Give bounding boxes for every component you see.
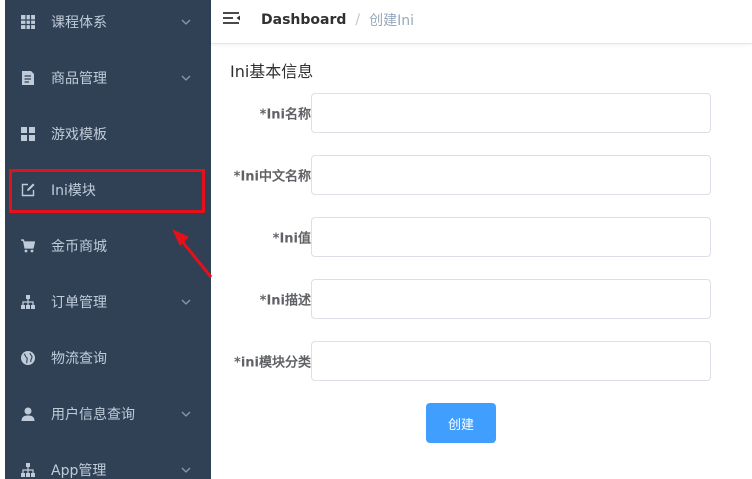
globe-icon bbox=[21, 351, 35, 365]
cart-icon bbox=[21, 239, 35, 253]
chevron-down-icon bbox=[181, 19, 191, 25]
form-row-ini-value: *Ini值 bbox=[211, 217, 752, 257]
chevron-down-icon bbox=[181, 75, 191, 81]
sidebar-item-order-management[interactable]: 订单管理 bbox=[5, 274, 211, 330]
dashboard-icon bbox=[21, 127, 35, 141]
chevron-down-icon bbox=[181, 411, 191, 417]
sitemap-icon bbox=[21, 295, 35, 309]
sidebar-item-label: 游戏模板 bbox=[51, 127, 107, 143]
form-title: Ini基本信息 bbox=[230, 62, 314, 81]
sidebar: 课程体系 商品管理 游戏模板 Ini模块 金币商城 订单管理 物流查询 用户信息… bbox=[5, 0, 211, 479]
sidebar-item-coin-shop[interactable]: 金币商城 bbox=[5, 218, 211, 274]
ini-chinese-name-label: *Ini中文名称 bbox=[233, 169, 311, 185]
sitemap-icon bbox=[21, 463, 35, 477]
sidebar-item-label: 订单管理 bbox=[51, 295, 107, 311]
ini-description-label: *Ini描述 bbox=[259, 293, 311, 309]
form-row-ini-description: *Ini描述 bbox=[211, 279, 752, 319]
sidebar-item-label: 课程体系 bbox=[51, 15, 107, 31]
sidebar-item-label: 用户信息查询 bbox=[51, 407, 135, 423]
sidebar-item-product-management[interactable]: 商品管理 bbox=[5, 50, 211, 106]
sidebar-item-label: App管理 bbox=[51, 463, 107, 479]
sidebar-item-label: 金币商城 bbox=[51, 239, 107, 255]
breadcrumb: Dashboard / 创建Ini bbox=[261, 10, 414, 30]
breadcrumb-separator: / bbox=[355, 12, 361, 28]
document-icon bbox=[21, 71, 35, 85]
breadcrumb-home-link[interactable]: Dashboard bbox=[261, 12, 346, 28]
sidebar-item-game-template[interactable]: 游戏模板 bbox=[5, 106, 211, 162]
user-icon bbox=[21, 407, 35, 421]
breadcrumb-current: 创建Ini bbox=[369, 13, 415, 29]
grid-icon bbox=[21, 15, 35, 29]
form-row-ini-name: *Ini名称 bbox=[211, 93, 752, 133]
sidebar-item-label: 商品管理 bbox=[51, 71, 107, 87]
hamburger-icon[interactable] bbox=[223, 11, 241, 27]
form-row-ini-module-category: *ini模块分类 bbox=[211, 341, 752, 381]
sidebar-item-label: 物流查询 bbox=[51, 351, 107, 367]
edit-icon bbox=[21, 183, 35, 197]
top-navbar: Dashboard / 创建Ini bbox=[211, 0, 752, 44]
sidebar-item-ini-module[interactable]: Ini模块 bbox=[5, 162, 211, 218]
sidebar-item-course-system[interactable]: 课程体系 bbox=[5, 0, 211, 50]
chevron-down-icon bbox=[181, 467, 191, 473]
ini-name-input[interactable] bbox=[311, 93, 711, 133]
ini-description-input[interactable] bbox=[311, 279, 711, 319]
create-button[interactable]: 创建 bbox=[426, 403, 496, 443]
ini-name-label: *Ini名称 bbox=[259, 107, 311, 123]
sidebar-item-app-management[interactable]: App管理 bbox=[5, 442, 211, 479]
sidebar-item-logistics-query[interactable]: 物流查询 bbox=[5, 330, 211, 386]
ini-module-category-input[interactable] bbox=[311, 341, 711, 381]
chevron-down-icon bbox=[181, 299, 191, 305]
ini-value-label: *Ini值 bbox=[272, 231, 311, 247]
ini-module-category-label: *ini模块分类 bbox=[234, 355, 311, 371]
ini-chinese-name-input[interactable] bbox=[311, 155, 711, 195]
ini-value-input[interactable] bbox=[311, 217, 711, 257]
form-row-ini-chinese-name: *Ini中文名称 bbox=[211, 155, 752, 195]
sidebar-item-user-info-query[interactable]: 用户信息查询 bbox=[5, 386, 211, 442]
sidebar-item-label: Ini模块 bbox=[51, 183, 96, 199]
